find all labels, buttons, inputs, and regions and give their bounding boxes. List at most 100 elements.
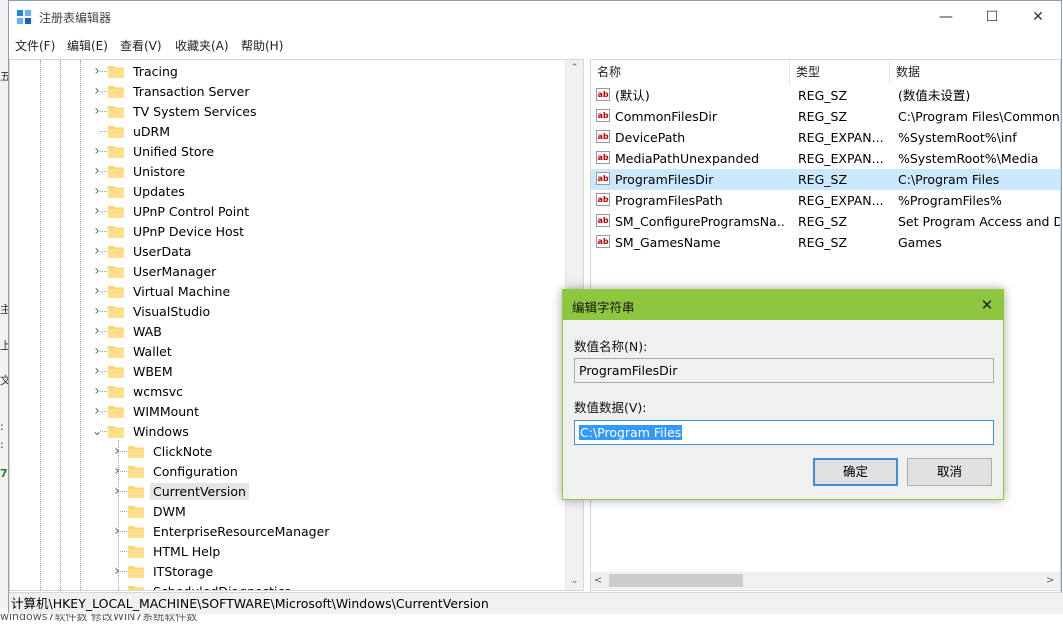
tree-node[interactable]: HTML Help [110, 541, 223, 561]
edit-string-dialog: 编辑字符串 ✕ 数值名称(N): ProgramFilesDir 数值数据(V)… [562, 289, 1004, 500]
tree-node[interactable]: › WIMMount [90, 401, 202, 421]
folder-icon [128, 505, 144, 518]
chevron-right-icon[interactable]: › [90, 343, 104, 359]
menu-edit[interactable]: 编辑(E) [67, 37, 108, 54]
column-header-name[interactable]: 名称 [591, 60, 790, 84]
chevron-right-icon[interactable]: › [90, 223, 104, 239]
chevron-right-icon[interactable]: › [110, 483, 124, 499]
tree-node[interactable]: › Virtual Machine [90, 281, 233, 301]
chevron-right-icon[interactable]: › [90, 383, 104, 399]
title-bar[interactable]: 注册表编辑器 — ☐ ✕ [9, 1, 1061, 33]
tree-node[interactable]: › Transaction Server [90, 81, 252, 101]
chevron-right-icon[interactable]: › [90, 203, 104, 219]
tree-node[interactable]: › UserManager [90, 261, 219, 281]
folder-icon [108, 345, 124, 358]
value-data-cell: (数值未设置) [898, 88, 971, 103]
value-row[interactable]: ab CommonFilesDir REG_SZ C:\Program Files\C… [591, 106, 1060, 127]
folder-icon [108, 245, 124, 258]
chevron-right-icon[interactable]: › [90, 263, 104, 279]
tree-node[interactable]: › ClickNote [110, 441, 215, 461]
string-value-icon: ab [596, 130, 610, 143]
chevron-right-icon[interactable]: › [90, 403, 104, 419]
scroll-up-arrow[interactable]: ⌃ [566, 60, 583, 77]
folder-icon [108, 185, 124, 198]
chevron-right-icon[interactable]: › [90, 143, 104, 159]
value-row[interactable]: ab (默认) REG_SZ (数值未设置) [591, 85, 1060, 106]
string-value-icon: ab [596, 214, 610, 227]
chevron-right-icon[interactable]: › [90, 243, 104, 259]
tree-node[interactable]: › Unified Store [90, 141, 217, 161]
menu-favorites[interactable]: 收藏夹(A) [175, 37, 229, 54]
chevron-right-icon[interactable]: › [110, 443, 124, 459]
column-header-data[interactable]: 数据 [890, 60, 1060, 84]
chevron-right-icon[interactable]: › [110, 523, 124, 539]
scroll-right-arrow[interactable]: > [1046, 572, 1054, 589]
tree-node[interactable]: › EnterpriseResourceManager [110, 521, 332, 541]
tree-node[interactable]: › VisualStudio [90, 301, 213, 321]
tree-node[interactable]: › Wallet [90, 341, 175, 361]
close-button[interactable]: ✕ [1015, 1, 1061, 33]
chevron-right-icon[interactable]: › [90, 163, 104, 179]
tree-node[interactable]: DWM [110, 501, 189, 521]
list-horizontal-scrollbar[interactable]: < > [591, 572, 1060, 589]
value-row[interactable]: ab MediaPathUnexpanded REG_EXPAN... %System… [591, 148, 1060, 169]
chevron-right-icon[interactable]: › [90, 63, 104, 79]
registry-app-icon [17, 10, 31, 24]
menu-help[interactable]: 帮助(H) [241, 37, 283, 54]
tree-node[interactable]: › TV System Services [90, 101, 259, 121]
value-row[interactable]: ab DevicePath REG_EXPAN... %SystemRoot%\inf [591, 127, 1060, 148]
column-header-type[interactable]: 类型 [790, 60, 890, 84]
tree-node-label: WIMMount [133, 403, 200, 419]
tree-node[interactable]: › Unistore [90, 161, 188, 181]
tree-node[interactable]: › Updates [90, 181, 188, 201]
menu-file[interactable]: 文件(F) [15, 37, 55, 54]
scrollbar-thumb[interactable] [609, 574, 743, 587]
tree-node[interactable]: › CurrentVersion [110, 481, 249, 501]
scroll-left-arrow[interactable]: < [594, 572, 602, 589]
dialog-close-icon[interactable]: ✕ [977, 295, 997, 315]
tree-node[interactable]: › WAB [90, 321, 165, 341]
tree-node[interactable]: uDRM [90, 121, 173, 141]
chevron-right-icon[interactable]: › [90, 303, 104, 319]
value-row[interactable]: ab ProgramFilesDir REG_SZ C:\Program Files [591, 169, 1060, 190]
chevron-right-icon[interactable]: › [90, 83, 104, 99]
tree-node[interactable]: › WBEM [90, 361, 176, 381]
cancel-button[interactable]: 取消 [907, 458, 992, 486]
scroll-down-arrow[interactable]: ⌄ [566, 573, 583, 590]
tree-node-label: WAB [133, 323, 162, 339]
tree-node[interactable]: › UPnP Control Point [90, 201, 252, 221]
chevron-right-icon[interactable]: › [90, 363, 104, 379]
tree-node[interactable]: ScheduledDiagnostics [110, 581, 294, 591]
ok-button[interactable]: 确定 [813, 458, 898, 486]
chevron-right-icon[interactable]: › [90, 103, 104, 119]
chevron-right-icon[interactable]: › [90, 183, 104, 199]
value-name-cell: ProgramFilesPath [615, 193, 723, 208]
chevron-right-icon[interactable]: › [110, 463, 124, 479]
chevron-right-icon[interactable]: › [90, 283, 104, 299]
value-row[interactable]: ab SM_ConfigureProgramsNa... REG_SZ Set Pro… [591, 211, 1060, 232]
tree-node[interactable]: › ITStorage [110, 561, 216, 581]
tree-node[interactable]: ⌄ Windows [90, 421, 192, 441]
tree-node[interactable]: › UPnP Device Host [90, 221, 247, 241]
registry-key-tree[interactable]: › Tracing › Transaction Server › TV System Se… [9, 59, 584, 591]
value-data-input[interactable]: C:\Program Files [574, 420, 994, 445]
minimize-button[interactable]: — [923, 1, 969, 33]
maximize-button[interactable]: ☐ [969, 1, 1015, 33]
menu-view[interactable]: 查看(V) [120, 37, 162, 54]
tree-node-label: ScheduledDiagnostics [153, 583, 291, 591]
chevron-down-icon[interactable]: ⌄ [90, 424, 104, 438]
chevron-right-icon[interactable]: › [110, 563, 124, 579]
tree-node-label: Virtual Machine [133, 283, 231, 299]
menu-bar: 文件(F) 编辑(E) 查看(V) 收藏夹(A) 帮助(H) [9, 33, 1061, 57]
tree-node[interactable]: › Tracing [90, 61, 181, 81]
folder-icon [108, 85, 124, 98]
value-row[interactable]: ab SM_GamesName REG_SZ Games [591, 232, 1060, 253]
tree-node[interactable]: › Configuration [110, 461, 241, 481]
tree-node[interactable]: › wcmsvc [90, 381, 186, 401]
chevron-right-icon[interactable]: › [90, 323, 104, 339]
dialog-title-bar[interactable]: 编辑字符串 ✕ [563, 290, 1003, 320]
value-row[interactable]: ab ProgramFilesPath REG_EXPAN... %ProgramFi… [591, 190, 1060, 211]
tree-node-label: UserManager [133, 263, 217, 279]
tree-node-label: UPnP Device Host [133, 223, 245, 239]
tree-node[interactable]: › UserData [90, 241, 194, 261]
